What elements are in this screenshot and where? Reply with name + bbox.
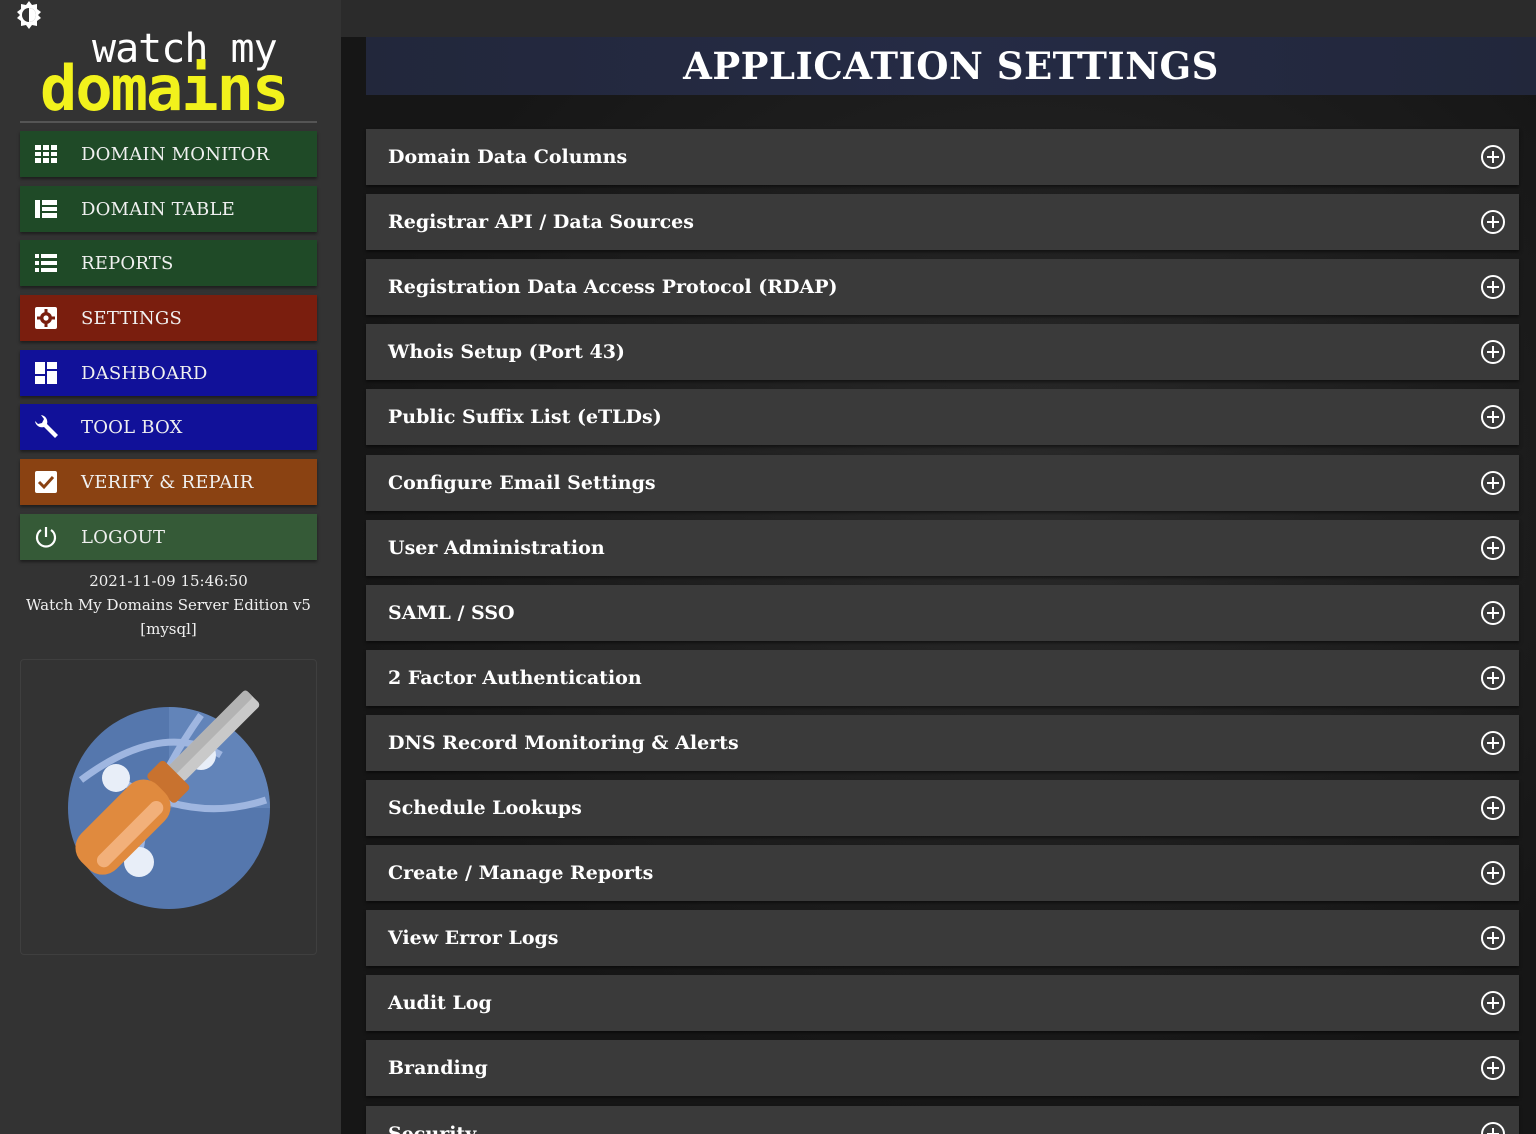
sidebar-item-label: REPORTS	[81, 252, 174, 274]
grid-icon	[33, 141, 59, 167]
list-icon	[33, 250, 59, 276]
settings-panel-label: Registrar API / Data Sources	[388, 211, 694, 233]
settings-panel-label: Security	[388, 1123, 477, 1134]
power-icon	[33, 524, 59, 550]
plus-circle-icon[interactable]	[1479, 859, 1507, 887]
sidebar-item-label: DOMAIN MONITOR	[81, 143, 270, 165]
settings-panel[interactable]: SAML / SSO	[366, 585, 1519, 641]
page-title: APPLICATION SETTINGS	[683, 44, 1219, 88]
settings-panel[interactable]: Configure Email Settings	[366, 455, 1519, 511]
wrench-icon	[33, 414, 59, 440]
sidebar-item-domain-table[interactable]: DOMAIN TABLE	[20, 186, 317, 232]
settings-panel-label: Public Suffix List (eTLDs)	[388, 406, 662, 428]
sidebar: watch my domains DOMAIN MONITOR DOMAIN T…	[0, 0, 341, 1134]
settings-panel-label: Audit Log	[388, 992, 492, 1014]
plus-circle-icon[interactable]	[1479, 924, 1507, 952]
plus-circle-icon[interactable]	[1479, 469, 1507, 497]
plus-circle-icon[interactable]	[1479, 338, 1507, 366]
sidebar-item-reports[interactable]: REPORTS	[20, 240, 317, 286]
settings-panel[interactable]: Branding	[366, 1040, 1519, 1096]
settings-panel[interactable]: Whois Setup (Port 43)	[366, 324, 1519, 380]
plus-circle-icon[interactable]	[1479, 729, 1507, 757]
plus-circle-icon[interactable]	[1479, 1120, 1507, 1134]
checkbox-icon	[33, 469, 59, 495]
sidebar-item-domain-monitor[interactable]: DOMAIN MONITOR	[20, 131, 317, 177]
settings-panel[interactable]: DNS Record Monitoring & Alerts	[366, 715, 1519, 771]
sidebar-item-label: LOGOUT	[81, 526, 166, 548]
server-database: [mysql]	[140, 620, 197, 638]
server-info: 2021-11-09 15:46:50 Watch My Domains Ser…	[20, 569, 317, 641]
top-bar	[341, 0, 1536, 37]
sidebar-item-tool-box[interactable]: TOOL BOX	[20, 404, 317, 450]
toolbox-illustration-card	[20, 659, 317, 955]
plus-circle-icon[interactable]	[1479, 599, 1507, 627]
sidebar-item-label: SETTINGS	[81, 307, 182, 329]
sidebar-item-label: DOMAIN TABLE	[81, 198, 235, 220]
settings-panel-label: Whois Setup (Port 43)	[388, 341, 625, 363]
settings-panel[interactable]: Security	[366, 1106, 1519, 1134]
sidebar-item-dashboard[interactable]: DASHBOARD	[20, 350, 317, 396]
main-content: APPLICATION SETTINGS Domain Data Columns…	[341, 0, 1536, 1134]
sidebar-item-label: DASHBOARD	[81, 362, 208, 384]
plus-circle-icon[interactable]	[1479, 534, 1507, 562]
settings-panel-label: Domain Data Columns	[388, 146, 628, 168]
plus-circle-icon[interactable]	[1479, 273, 1507, 301]
settings-panel[interactable]: View Error Logs	[366, 910, 1519, 966]
settings-panel[interactable]: Create / Manage Reports	[366, 845, 1519, 901]
plus-circle-icon[interactable]	[1479, 664, 1507, 692]
dashboard-icon	[33, 360, 59, 386]
settings-panel[interactable]: Registrar API / Data Sources	[366, 194, 1519, 250]
settings-panel-label: View Error Logs	[388, 927, 559, 949]
plus-circle-icon[interactable]	[1479, 403, 1507, 431]
plus-circle-icon[interactable]	[1479, 794, 1507, 822]
plus-circle-icon[interactable]	[1479, 208, 1507, 236]
globe-screwdriver-illustration	[68, 690, 270, 909]
sidebar-item-label: TOOL BOX	[81, 416, 183, 438]
settings-panel-label: Create / Manage Reports	[388, 862, 654, 884]
settings-panel[interactable]: User Administration	[366, 520, 1519, 576]
settings-panel[interactable]: 2 Factor Authentication	[366, 650, 1519, 706]
settings-panel-label: Configure Email Settings	[388, 472, 656, 494]
settings-panel-label: Branding	[388, 1057, 488, 1079]
plus-circle-icon[interactable]	[1479, 989, 1507, 1017]
settings-panel[interactable]: Domain Data Columns	[366, 129, 1519, 185]
plus-circle-icon[interactable]	[1479, 1054, 1507, 1082]
server-edition: Watch My Domains Server Edition v5	[26, 596, 311, 614]
settings-panel-label: Schedule Lookups	[388, 797, 582, 819]
sidebar-item-settings[interactable]: SETTINGS	[20, 295, 317, 341]
sidebar-item-label: VERIFY & REPAIR	[81, 471, 254, 493]
sidebar-item-logout[interactable]: LOGOUT	[20, 514, 317, 560]
settings-panel-label: User Administration	[388, 537, 605, 559]
app-logo[interactable]: watch my domains	[20, 24, 317, 122]
settings-panel-label: DNS Record Monitoring & Alerts	[388, 732, 739, 754]
settings-panel[interactable]: Audit Log	[366, 975, 1519, 1031]
divider	[20, 121, 317, 123]
page-header: APPLICATION SETTINGS	[366, 37, 1536, 95]
settings-panel-label: Registration Data Access Protocol (RDAP)	[388, 276, 838, 298]
settings-panel[interactable]: Schedule Lookups	[366, 780, 1519, 836]
logo-bottom-text: domains	[40, 52, 289, 125]
settings-panel[interactable]: Public Suffix List (eTLDs)	[366, 389, 1519, 445]
server-datetime: 2021-11-09 15:46:50	[89, 572, 248, 590]
settings-panel[interactable]: Registration Data Access Protocol (RDAP)	[366, 259, 1519, 315]
settings-panel-label: 2 Factor Authentication	[388, 667, 642, 689]
table-icon	[33, 196, 59, 222]
settings-panel-label: SAML / SSO	[388, 602, 515, 624]
gear-icon	[33, 305, 59, 331]
sidebar-item-verify-repair[interactable]: VERIFY & REPAIR	[20, 459, 317, 505]
plus-circle-icon[interactable]	[1479, 143, 1507, 171]
